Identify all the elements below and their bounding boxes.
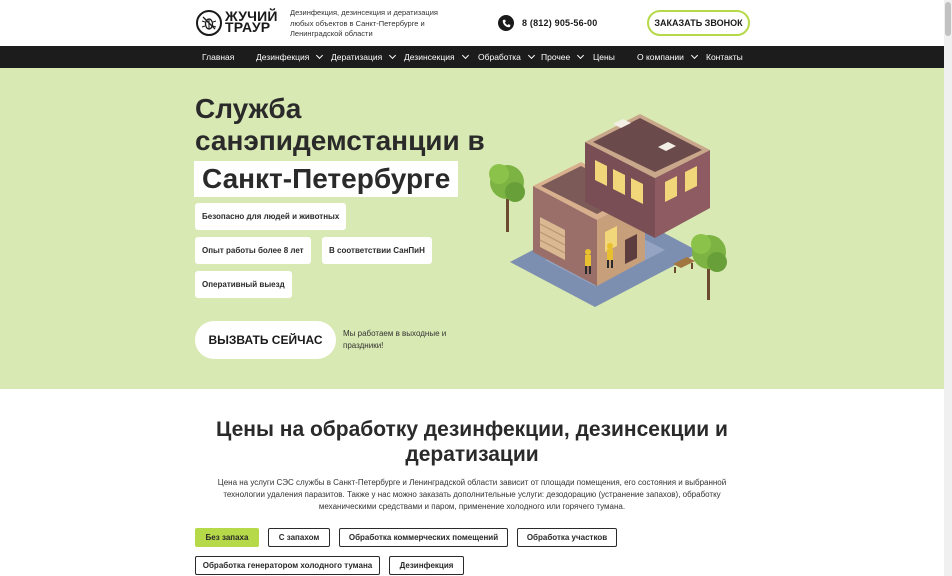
chevron-down-icon	[577, 51, 585, 60]
header-phone[interactable]: 8 (812) 905-56-00	[498, 15, 597, 31]
nav-item-label: О компании	[637, 52, 684, 62]
site-header: ЖУЧИЙ ТРАУР Дезинфекция, дезинсекция и д…	[0, 0, 944, 46]
nav-item-about[interactable]: О компании	[637, 46, 698, 68]
header-tagline: Дезинфекция, дезинсекция и дератизация л…	[290, 8, 438, 38]
logo-beetle-icon	[196, 10, 222, 36]
nav-item-home[interactable]: Главная	[202, 46, 234, 68]
tab-cold-fog[interactable]: Обработка генератором холодного тумана	[195, 556, 380, 575]
tab-with-odor[interactable]: С запахом	[268, 528, 330, 547]
nav-item-prices[interactable]: Цены	[593, 46, 615, 68]
house-illustration	[489, 114, 727, 307]
chevron-down-icon	[690, 51, 698, 60]
hero-title-highlight: Санкт-Петербурге	[194, 161, 459, 197]
hero-title-line: Служба	[195, 93, 302, 124]
chevron-down-icon	[389, 51, 397, 60]
phone-number[interactable]: 8 (812) 905-56-00	[522, 18, 597, 28]
nav-item-label: Контакты	[706, 52, 743, 62]
chevron-down-icon	[316, 51, 324, 60]
cta-note: Мы работаем в выходные и праздники!	[343, 329, 447, 350]
scrollbar-thumb[interactable]	[945, 2, 951, 36]
feature-badge: В соответствии СанПиН	[322, 237, 432, 264]
tab-no-odor[interactable]: Без запаха	[195, 528, 259, 547]
call-now-button[interactable]: ВЫЗВАТЬ СЕЙЧАС	[195, 321, 336, 359]
logo[interactable]: ЖУЧИЙ ТРАУР	[196, 8, 278, 37]
tab-disinfection[interactable]: Дезинфекция	[389, 556, 464, 575]
phone-icon	[498, 15, 514, 31]
page-scrollbar[interactable]	[944, 0, 952, 576]
hero-title-line: санэпидемстанции в	[195, 125, 485, 156]
feature-badge: Безопасно для людей и животных	[195, 203, 347, 230]
hero-title: Служба санэпидемстанции в Санкт-Петербур…	[194, 93, 485, 197]
nav-item-treatment[interactable]: Обработка	[478, 46, 535, 68]
tab-plots[interactable]: Обработка участков	[517, 528, 617, 547]
hero-section: Служба санэпидемстанции в Санкт-Петербур…	[0, 68, 944, 389]
nav-item-disinsection[interactable]: Дезинсекция	[404, 46, 469, 68]
nav-item-label: Дезинфекция	[256, 52, 310, 62]
nav-item-other[interactable]: Прочее	[541, 46, 585, 68]
prices-title: Цены на обработку дезинфекции, дезинсекц…	[216, 418, 728, 466]
nav-item-label: Дератизация	[331, 52, 383, 62]
chevron-down-icon	[461, 51, 469, 60]
chevron-down-icon	[527, 51, 535, 60]
nav-item-label: Обработка	[478, 52, 521, 62]
callback-button[interactable]: ЗАКАЗАТЬ ЗВОНОК	[647, 10, 750, 36]
nav-item-label: Цены	[593, 52, 615, 62]
nav-item-label: Прочее	[541, 52, 571, 62]
feature-badge: Опыт работы более 8 лет	[195, 237, 311, 264]
nav-item-contacts[interactable]: Контакты	[706, 46, 743, 68]
main-nav: Главная Дезинфекция Дератизация Дезинсек…	[0, 46, 944, 68]
prices-description: Цена на услуги СЭС службы в Санкт-Петерб…	[217, 478, 727, 511]
feature-badge: Оперативный выезд	[195, 271, 292, 298]
nav-item-label: Дезинсекция	[404, 52, 455, 62]
tab-commercial[interactable]: Обработка коммерческих помещений	[339, 528, 508, 547]
logo-text: ЖУЧИЙ ТРАУР	[225, 8, 278, 35]
nav-item-label: Главная	[202, 52, 235, 62]
nav-item-deratization[interactable]: Дератизация	[331, 46, 397, 68]
nav-item-disinfection[interactable]: Дезинфекция	[256, 46, 324, 68]
